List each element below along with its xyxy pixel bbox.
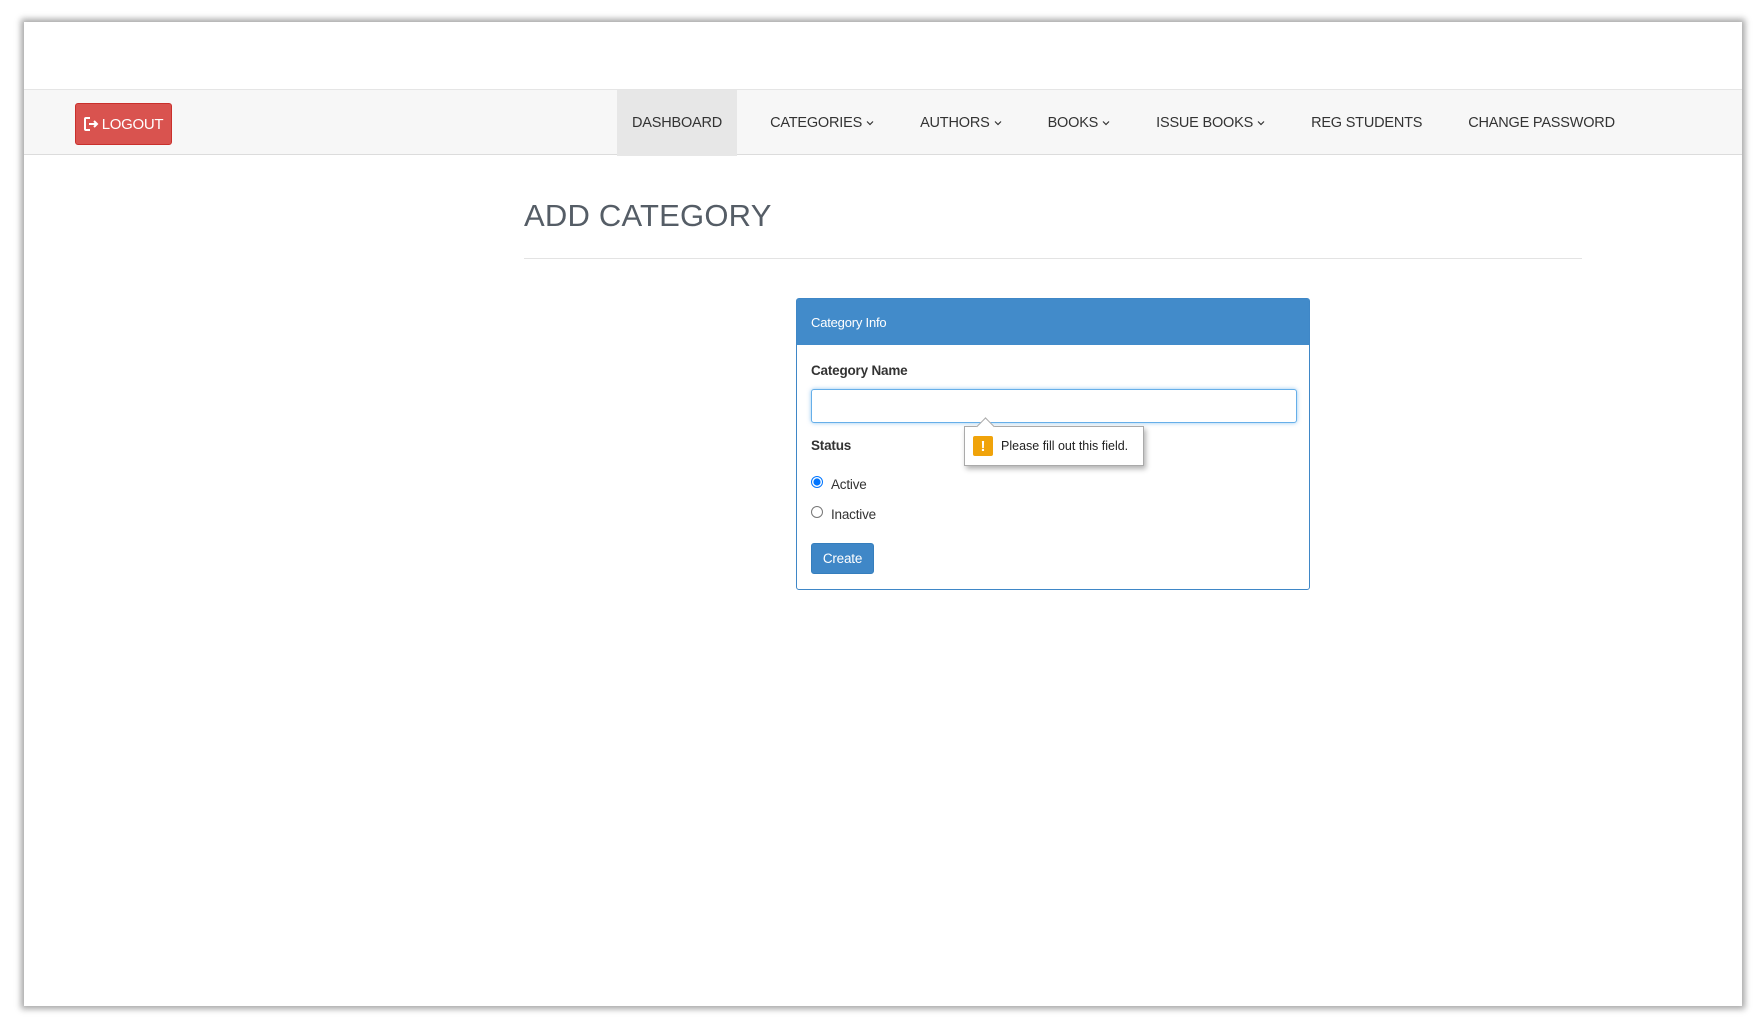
nav-label: CATEGORIES bbox=[770, 115, 863, 131]
nav-label: BOOKS bbox=[1047, 115, 1099, 131]
nav-label: CHANGE PASSWORD bbox=[1468, 115, 1615, 131]
active-radio[interactable] bbox=[811, 475, 823, 488]
logout-label: LOGOUT bbox=[101, 115, 164, 133]
inactive-radio[interactable] bbox=[811, 505, 823, 518]
logout-button[interactable]: LOGOUT bbox=[75, 103, 172, 145]
nav-item-issue-books[interactable]: ISSUE BOOKS bbox=[1141, 90, 1280, 156]
chevron-down-icon bbox=[994, 121, 1001, 126]
nav-item-change-password[interactable]: CHANGE PASSWORD bbox=[1453, 90, 1630, 156]
main-nav: DASHBOARD CATEGORIES AUTHORS BOOKS ISSUE… bbox=[617, 90, 1646, 156]
status-option-inactive[interactable]: Inactive bbox=[811, 505, 876, 522]
nav-item-books[interactable]: BOOKS bbox=[1033, 90, 1126, 156]
chevron-down-icon bbox=[866, 121, 874, 126]
inactive-radio-label: Inactive bbox=[831, 507, 876, 522]
create-button[interactable]: Create bbox=[811, 543, 874, 574]
nav-label: DASHBOARD bbox=[632, 115, 723, 131]
nav-label: ISSUE BOOKS bbox=[1156, 115, 1254, 131]
page-title: ADD CATEGORY bbox=[524, 198, 772, 233]
nav-label: AUTHORS bbox=[920, 115, 990, 131]
chevron-down-icon bbox=[1257, 121, 1265, 126]
status-label: Status bbox=[811, 438, 852, 453]
panel-heading: Category Info bbox=[797, 299, 1309, 345]
status-option-active[interactable]: Active bbox=[811, 475, 867, 492]
category-name-label: Category Name bbox=[811, 363, 908, 378]
nav-item-authors[interactable]: AUTHORS bbox=[905, 90, 1017, 156]
validation-message: Please fill out this field. bbox=[1001, 439, 1129, 453]
active-radio-label: Active bbox=[831, 477, 867, 492]
validation-tooltip: ! Please fill out this field. bbox=[964, 426, 1144, 466]
sign-out-icon bbox=[83, 117, 99, 131]
nav-label: REG STUDENTS bbox=[1311, 115, 1423, 131]
browser-viewport: LOGOUT DASHBOARD CATEGORIES AUTHORS BOOK… bbox=[24, 22, 1742, 1006]
chevron-down-icon bbox=[1102, 121, 1110, 126]
nav-item-reg-students[interactable]: REG STUDENTS bbox=[1296, 90, 1437, 156]
category-name-input[interactable] bbox=[811, 389, 1297, 423]
nav-item-dashboard[interactable]: DASHBOARD bbox=[617, 90, 738, 156]
warning-icon: ! bbox=[973, 436, 993, 456]
nav-item-categories[interactable]: CATEGORIES bbox=[755, 90, 889, 156]
title-divider bbox=[524, 258, 1582, 259]
top-navbar: LOGOUT DASHBOARD CATEGORIES AUTHORS BOOK… bbox=[24, 89, 1742, 156]
